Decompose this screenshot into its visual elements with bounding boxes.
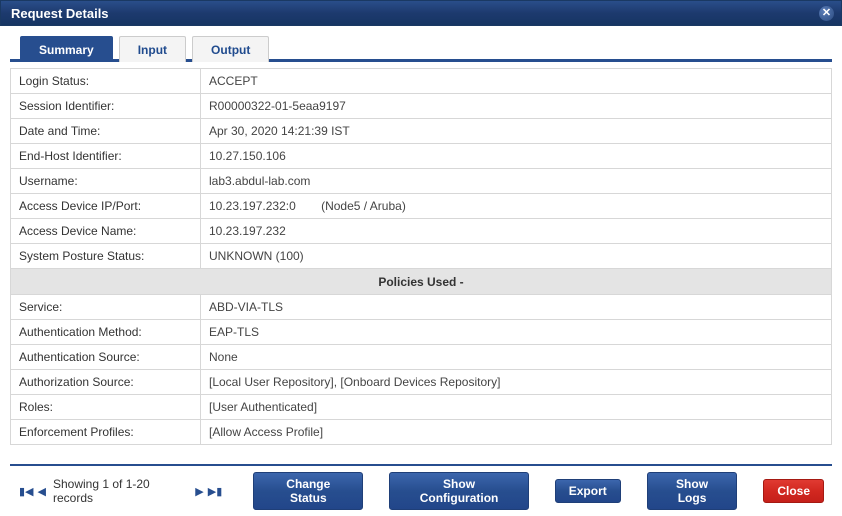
show-configuration-button[interactable]: Show Configuration	[389, 472, 528, 510]
dialog-body: Summary Input Output Login Status: ACCEP…	[0, 26, 842, 516]
label-authz-source: Authorization Source:	[11, 370, 201, 395]
tab-bar: Summary Input Output	[10, 34, 832, 62]
value-roles: [User Authenticated]	[201, 395, 832, 420]
value-access-ip-port-extra: (Node5 / Aruba)	[321, 199, 406, 213]
close-button[interactable]: Close	[763, 479, 824, 503]
tab-input[interactable]: Input	[119, 36, 186, 62]
label-service: Service:	[11, 295, 201, 320]
export-button[interactable]: Export	[555, 479, 621, 503]
value-posture: UNKNOWN (100)	[201, 244, 832, 269]
value-access-name: 10.23.197.232	[201, 219, 832, 244]
dialog-title: Request Details	[11, 6, 109, 21]
dialog-titlebar: Request Details ✕	[0, 0, 842, 26]
value-auth-method: EAP-TLS	[201, 320, 832, 345]
label-access-ip-port: Access Device IP/Port:	[11, 194, 201, 219]
value-auth-source: None	[201, 345, 832, 370]
label-access-name: Access Device Name:	[11, 219, 201, 244]
tab-output[interactable]: Output	[192, 36, 269, 62]
tab-summary[interactable]: Summary	[20, 36, 113, 62]
pager-text: Showing 1 of 1-20 records	[53, 477, 188, 505]
value-access-ip-port-main: 10.23.197.232:0	[209, 199, 296, 213]
show-logs-button[interactable]: Show Logs	[647, 472, 738, 510]
value-end-host: 10.27.150.106	[201, 144, 832, 169]
pager-first-icon[interactable]: ▮◀	[18, 485, 35, 498]
section-policies-header: Policies Used -	[11, 269, 832, 295]
label-roles: Roles:	[11, 395, 201, 420]
value-username: lab3.abdul-lab.com	[201, 169, 832, 194]
pager-last-icon[interactable]: ▶▮	[207, 485, 224, 498]
value-authz-source: [Local User Repository], [Onboard Device…	[201, 370, 832, 395]
value-enforcement: [Allow Access Profile]	[201, 420, 832, 445]
value-login-status: ACCEPT	[201, 69, 832, 94]
label-login-status: Login Status:	[11, 69, 201, 94]
pager: ▮◀ ◀ Showing 1 of 1-20 records ▶ ▶▮	[18, 477, 223, 505]
value-datetime: Apr 30, 2020 14:21:39 IST	[201, 119, 832, 144]
change-status-button[interactable]: Change Status	[253, 472, 363, 510]
close-icon[interactable]: ✕	[819, 6, 834, 21]
label-auth-method: Authentication Method:	[11, 320, 201, 345]
value-access-ip-port: 10.23.197.232:0 (Node5 / Aruba)	[201, 194, 832, 219]
dialog-footer: ▮◀ ◀ Showing 1 of 1-20 records ▶ ▶▮ Chan…	[10, 464, 832, 516]
label-enforcement: Enforcement Profiles:	[11, 420, 201, 445]
label-session-id: Session Identifier:	[11, 94, 201, 119]
label-end-host: End-Host Identifier:	[11, 144, 201, 169]
pager-prev-icon[interactable]: ◀	[37, 485, 47, 498]
label-datetime: Date and Time:	[11, 119, 201, 144]
value-service: ABD-VIA-TLS	[201, 295, 832, 320]
details-scroll-area[interactable]: Login Status: ACCEPT Session Identifier:…	[10, 68, 832, 464]
label-auth-source: Authentication Source:	[11, 345, 201, 370]
pager-next-icon[interactable]: ▶	[194, 485, 204, 498]
label-posture: System Posture Status:	[11, 244, 201, 269]
label-username: Username:	[11, 169, 201, 194]
summary-table: Login Status: ACCEPT Session Identifier:…	[10, 68, 832, 445]
value-session-id: R00000322-01-5eaa9197	[201, 94, 832, 119]
